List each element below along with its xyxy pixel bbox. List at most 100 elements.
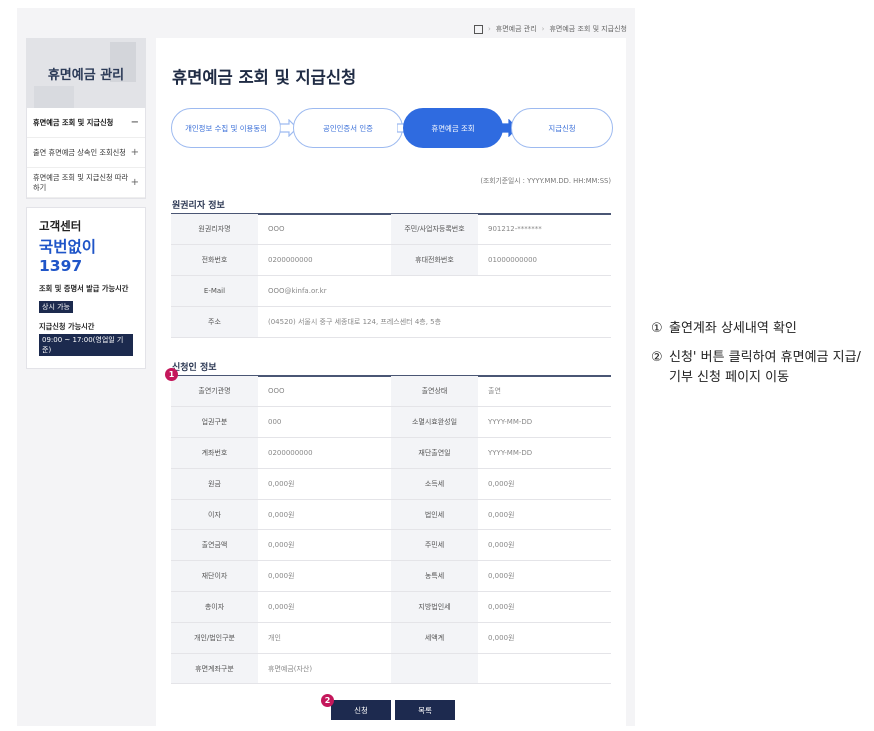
field-value: OOO (258, 214, 391, 246)
breadcrumb-separator: › (487, 25, 491, 33)
table-row: 총이자 0,000원 지방법인세 0,000원 (171, 591, 611, 623)
applicant-info-table: 출연기관명 OOO 출연상태 출연 업권구분 000 소멸시효완성일 YYYY-MM-DD 계좌… (171, 376, 611, 685)
field-label: 주민세 (391, 529, 478, 562)
field-value: 휴면예금(자산) (258, 653, 391, 685)
step-inquiry: 휴면예금 조회 (403, 108, 503, 148)
field-label: 총이자 (171, 591, 258, 623)
table-row: 업권구분 000 소멸시효완성일 YYYY-MM-DD (171, 406, 611, 439)
table-row: 휴면계좌구분 휴면예금(자산) (171, 653, 611, 685)
page-frame: › 휴면예금 관리 › 휴면예금 조회 및 지급신청 휴면예금 관리 휴면예금 … (17, 8, 635, 726)
owner-section-title: 원권리자 정보 (172, 201, 225, 211)
inquiry-hours-badge: 상시 가능 (39, 301, 73, 313)
field-value: OOO (258, 376, 391, 408)
field-label: 원금 (171, 468, 258, 500)
expand-icon: + (130, 177, 139, 188)
note-item: ① 출연계좌 상세내역 확인 (651, 319, 861, 339)
sidebar-item-heir-inquiry[interactable]: 출연 휴면예금 상속인 조회신청 + (27, 138, 145, 168)
home-icon[interactable] (473, 24, 483, 34)
callout-marker-1: 1 (165, 368, 178, 381)
field-value: YYYY-MM-DD (478, 406, 611, 439)
field-label: 재단출연일 (391, 437, 478, 469)
applicant-section-title: 신청인 정보 (172, 363, 217, 373)
field-value: 0,000원 (258, 591, 391, 623)
payment-hours-badge: 09:00 ~ 17:00(영업일 기준) (39, 334, 133, 356)
table-row: 계좌번호 0200000000 재단출연일 YYYY-MM-DD (171, 437, 611, 469)
table-row: 개인/법인구분 개인 세액계 0,000원 (171, 622, 611, 654)
sidebar-item-label: 휴면예금 조회 및 지급신청 (33, 117, 114, 127)
field-value: 901212-******* (478, 214, 611, 246)
table-row: 원금 0,000원 소득세 0,000원 (171, 468, 611, 500)
list-button[interactable]: 목록 (395, 700, 455, 720)
sidebar-item-guide[interactable]: 휴면예금 조회 및 지급신청 따라하기 + (27, 168, 145, 198)
sidebar-menu: 휴면예금 조회 및 지급신청 − 출연 휴면예금 상속인 조회신청 + 휴면예금… (26, 108, 146, 199)
field-value: 0200000000 (258, 437, 391, 469)
sidebar-item-label: 휴면예금 조회 및 지급신청 따라하기 (33, 172, 129, 192)
annotation-notes: ① 출연계좌 상세내역 확인 ② 신청' 버튼 클릭하여 휴면예금 지급/기부 … (651, 319, 861, 397)
breadcrumb-item[interactable]: 휴면예금 관리 (496, 24, 537, 34)
table-row: 원권리자명 OOO 주민/사업자등록번호 901212-******* (171, 214, 611, 246)
field-value: 0,000원 (478, 499, 611, 531)
field-value: 0,000원 (478, 622, 611, 654)
field-label: 휴대전화번호 (391, 244, 478, 277)
field-label: 전화번호 (171, 244, 258, 277)
field-label (391, 653, 478, 685)
table-row: 재단이자 0,000원 농특세 0,000원 (171, 560, 611, 593)
apply-button[interactable]: 신청 (331, 700, 391, 720)
field-label: 원권리자명 (171, 214, 258, 246)
breadcrumb-item[interactable]: 휴면예금 조회 및 지급신청 (549, 24, 627, 34)
owner-info-table: 원권리자명 OOO 주민/사업자등록번호 901212-******* 전화번호… (171, 214, 611, 338)
payment-hours-label: 지급신청 가능시간 (39, 322, 95, 331)
field-label: 법인세 (391, 499, 478, 531)
collapse-icon: − (130, 117, 139, 128)
callout-marker-2: 2 (321, 694, 334, 707)
note-number: ① (651, 321, 663, 336)
note-number: ② (651, 350, 663, 365)
field-value: YYYY-MM-DD (478, 437, 611, 469)
field-value: 0,000원 (258, 529, 391, 562)
note-text: 신청' 버튼 클릭하여 휴면예금 지급/기부 신청 페이지 이동 (669, 350, 861, 385)
field-label: 휴면계좌구분 (171, 653, 258, 685)
note-item: ② 신청' 버튼 클릭하여 휴면예금 지급/기부 신청 페이지 이동 (651, 348, 861, 388)
field-label: 출연기관명 (171, 376, 258, 408)
field-label: 소멸시효완성일 (391, 406, 478, 439)
breadcrumb: › 휴면예금 관리 › 휴면예금 조회 및 지급신청 (473, 24, 627, 34)
step-consent: 개인정보 수집 및 이용동의 (171, 108, 281, 148)
table-row: E-Mail OOO@kinfa.or.kr (171, 275, 611, 307)
field-value: 0,000원 (258, 499, 391, 531)
field-label: 재단이자 (171, 560, 258, 593)
field-value: 0,000원 (478, 468, 611, 500)
sidebar-header: 휴면예금 관리 (26, 38, 146, 108)
field-label: 이자 (171, 499, 258, 531)
breadcrumb-separator: › (541, 25, 545, 33)
step-indicator: 개인정보 수집 및 이용동의 공인인증서 인증 휴면예금 조회 지급신청 (171, 108, 613, 150)
note-text: 출연계좌 상세내역 확인 (669, 321, 797, 336)
page-title: 휴면예금 조회 및 지급신청 (172, 68, 357, 87)
sidebar-item-label: 출연 휴면예금 상속인 조회신청 (33, 147, 126, 157)
sidebar-item-inquiry[interactable]: 휴면예금 조회 및 지급신청 − (27, 108, 145, 138)
field-label: 계좌번호 (171, 437, 258, 469)
field-value: 출연 (478, 376, 611, 408)
sidebar: 휴면예금 관리 휴면예금 조회 및 지급신청 − 출연 휴면예금 상속인 조회신… (26, 38, 146, 369)
customer-center-phone: 국번없이 1397 (39, 238, 97, 275)
table-row: 출연금액 0,000원 주민세 0,000원 (171, 529, 611, 562)
step-apply: 지급신청 (511, 108, 613, 148)
field-value: 0,000원 (478, 529, 611, 562)
table-row: 이자 0,000원 법인세 0,000원 (171, 499, 611, 531)
sidebar-title: 휴면예금 관리 (47, 67, 125, 83)
field-label: 업권구분 (171, 406, 258, 439)
field-label: 개인/법인구분 (171, 622, 258, 654)
field-value: (04520) 서울시 중구 세종대로 124, 프레스센터 4층, 5층 (258, 306, 611, 338)
field-value: 0,000원 (258, 468, 391, 500)
field-value (478, 653, 611, 685)
field-label: 지방법인세 (391, 591, 478, 623)
table-row: 출연기관명 OOO 출연상태 출연 (171, 376, 611, 408)
field-value: 0200000000 (258, 244, 391, 277)
customer-center-title: 고객센터 (39, 219, 82, 233)
step-certificate: 공인인증서 인증 (293, 108, 403, 148)
field-label: 출연상태 (391, 376, 478, 408)
field-label: E-Mail (171, 275, 258, 307)
field-value: OOO@kinfa.or.kr (258, 275, 611, 307)
field-label: 농특세 (391, 560, 478, 593)
field-label: 세액계 (391, 622, 478, 654)
main-content: 휴면예금 조회 및 지급신청 개인정보 수집 및 이용동의 공인인증서 인증 휴… (156, 38, 626, 726)
